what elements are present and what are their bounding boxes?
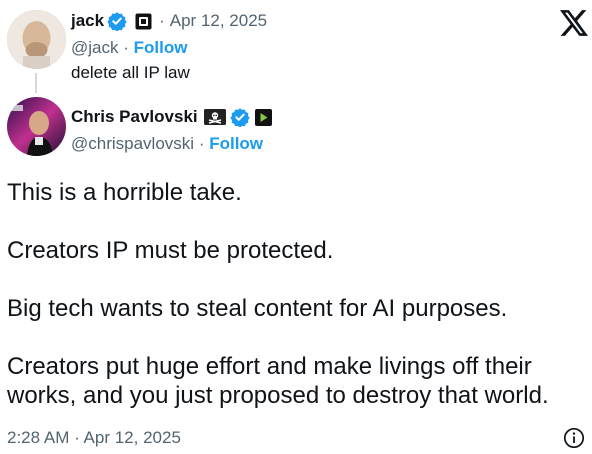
tweet-paragraph-3: Big tech wants to steal content for AI p… (7, 295, 508, 322)
tweet-paragraph-1: This is a horrible take. (7, 179, 242, 206)
tweet-paragraph-2: Creators IP must be protected. (7, 237, 334, 264)
author-follow-button[interactable]: Follow (209, 134, 263, 153)
tweet-timestamp[interactable]: 2:28 AM · Apr 12, 2025 (7, 428, 181, 448)
quoted-handle-row: @jack · Follow (71, 38, 187, 58)
quoted-text: delete all IP law (71, 63, 190, 82)
author-header: Chris Pavlovski (71, 105, 272, 129)
author-avatar-image (7, 97, 66, 156)
affiliate-square-icon[interactable] (135, 13, 152, 30)
rumble-play-icon[interactable] (254, 108, 272, 126)
author-handle[interactable]: @chrispavlovski (71, 134, 194, 153)
verified-badge-icon (107, 11, 127, 31)
verified-badge-icon (229, 107, 250, 127)
jack-avatar[interactable] (7, 10, 66, 69)
author-avatar[interactable] (7, 97, 66, 156)
quoted-handle[interactable]: @jack (71, 38, 119, 57)
thread-line (35, 73, 37, 93)
author-handle-sep: · (198, 134, 210, 153)
quoted-date-sep: · (159, 11, 165, 30)
author-name[interactable]: Chris Pavlovski (71, 107, 198, 127)
tweet-body: This is a horrible take. Creators IP mus… (7, 178, 582, 410)
quoted-handle-sep: · (123, 38, 134, 57)
quoted-header: jack · Apr 12, 2025 (71, 9, 267, 33)
x-logo-icon[interactable] (560, 10, 588, 41)
quoted-date[interactable]: Apr 12, 2025 (170, 11, 267, 31)
author-handle-row: @chrispavlovski · Follow (71, 134, 263, 154)
jack-avatar-image (7, 10, 66, 69)
quoted-name[interactable]: jack (71, 11, 104, 31)
quoted-follow-button[interactable]: Follow (134, 38, 188, 57)
tweet-paragraph-4: Creators put huge effort and make living… (7, 353, 549, 409)
pirate-flag-icon (203, 109, 226, 125)
